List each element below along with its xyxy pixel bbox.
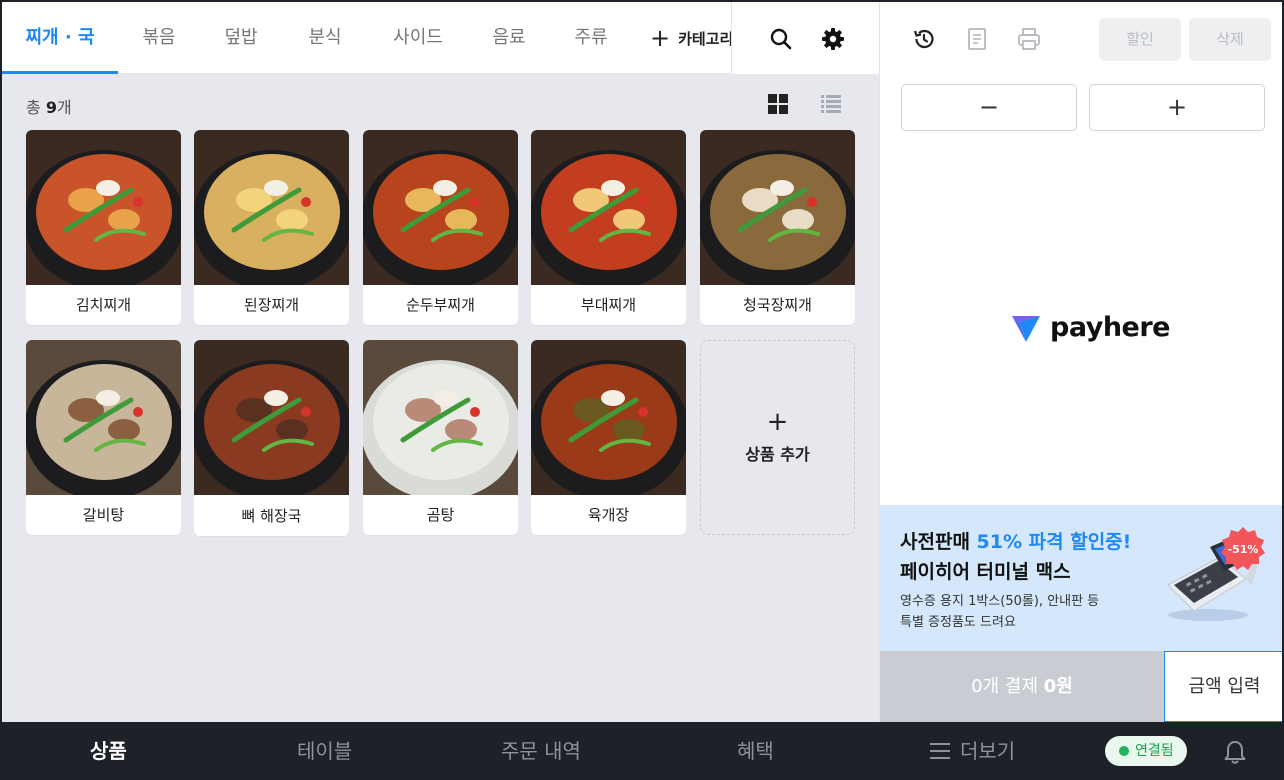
pay-button[interactable]: 0개 결제 0원 [880,651,1164,722]
pay-word: 결제 [999,676,1044,697]
plus-icon: + [650,24,671,52]
product-name: 뼈 해장국 [241,507,302,525]
tab-bokkeum[interactable]: 볶음 [126,2,192,74]
product-name: 청국장찌개 [742,296,812,314]
product-card[interactable]: 뼈 해장국 [194,340,349,536]
order-panel: 할인 삭제 − + payhere 사전판매 51% 파격 할인중! 페이히어 … [879,2,1282,722]
bottom-nav: 상품 테이블 주문 내역 혜택 더보기 연결됨 [2,722,1282,780]
tab-side[interactable]: 사이드 [380,2,456,74]
discount-badge-text: -51% [1228,543,1259,556]
add-category-label: 카테고리 추가 [678,30,732,48]
history-icon[interactable] [912,27,936,51]
product-count: 총 9개 [26,94,72,118]
product-card[interactable]: 곰탕 [363,340,518,535]
product-name: 갈비탕 [82,506,125,524]
product-card[interactable]: 된장찌개 [194,130,349,325]
discount-button[interactable]: 할인 [1099,18,1181,61]
pay-amount: 0원 [1043,676,1073,697]
product-name: 순두부찌개 [405,296,475,314]
count-number: 9 [45,98,57,117]
product-card[interactable]: 육개장 [531,340,686,535]
add-category-button[interactable]: + 카테고리 추가 [650,2,732,74]
product-card[interactable]: 김치찌개 [26,130,181,325]
count-prefix: 총 [26,98,46,117]
amount-input-button[interactable]: 금액 입력 [1164,651,1282,722]
banner-headline-prefix: 사전판매 [900,531,977,553]
increase-quantity-button[interactable]: + [1089,84,1265,131]
print-icon[interactable] [1017,27,1041,51]
product-image [194,130,349,285]
nav-more-label: 더보기 [960,739,1016,763]
promo-banner[interactable]: 사전판매 51% 파격 할인중! 페이히어 터미널 맥스 영수증 용지 1박스(… [880,505,1282,651]
tab-alcohol[interactable]: 주류 [558,2,624,74]
nav-more[interactable]: 더보기 [930,722,1015,780]
count-suffix: 개 [56,98,72,117]
product-panel: 찌개 · 국 볶음 덮밥 분식 사이드 음료 주류 + 카테고리 추가 [2,2,879,722]
banner-detail-1: 영수증 용지 1박스(50롤), 안내판 등 [900,594,1100,609]
product-image [363,340,518,495]
search-icon[interactable] [768,26,794,52]
product-image [700,130,855,285]
tab-deopbap[interactable]: 덮밥 [208,2,274,74]
add-product-label: 상품 추가 [745,445,810,464]
tab-bunsik[interactable]: 분식 [292,2,358,74]
delete-button[interactable]: 삭제 [1189,18,1271,61]
status-dot-icon [1119,746,1129,756]
list-view-icon[interactable] [821,94,841,114]
payhere-logo-text: payhere [1050,312,1170,343]
pay-item-count: 0개 [971,676,1000,697]
tab-drinks[interactable]: 음료 [476,2,542,74]
nav-benefits[interactable]: 혜택 [737,722,774,780]
decrease-quantity-button[interactable]: − [901,84,1077,131]
product-image [363,130,518,285]
banner-detail-2: 특별 증정품도 드려요 [900,615,1016,630]
discount-badge: -51% [1221,527,1265,570]
menu-icon [930,743,950,759]
banner-highlight: 51% 파격 할인중! [976,531,1132,553]
connection-status-label: 연결됨 [1135,743,1174,759]
nav-products[interactable]: 상품 [90,722,127,780]
product-image [531,340,686,495]
nav-order-history[interactable]: 주문 내역 [501,722,581,780]
product-card[interactable]: 부대찌개 [531,130,686,325]
pos-app: 찌개 · 국 볶음 덮밥 분식 사이드 음료 주류 + 카테고리 추가 [0,0,1284,780]
product-name: 된장찌개 [243,296,300,314]
banner-product-name: 페이히어 터미널 맥스 [900,561,1071,583]
product-image [26,340,181,495]
category-tabs: 찌개 · 국 볶음 덮밥 분식 사이드 음료 주류 + 카테고리 추가 [2,2,879,74]
banner-headline: 사전판매 51% 파격 할인중! [900,527,1131,554]
payhere-logo-icon [1012,316,1040,342]
add-product-button[interactable]: + 상품 추가 [700,340,855,535]
tab-tools [731,2,879,74]
product-image [26,130,181,285]
product-name: 김치찌개 [75,296,132,314]
product-card[interactable]: 청국장찌개 [700,130,855,325]
product-image [531,130,686,285]
gear-icon[interactable] [820,26,846,52]
nav-tables[interactable]: 테이블 [297,722,352,780]
grid-view-icon[interactable] [768,94,788,114]
product-image [194,340,349,495]
receipt-icon[interactable] [965,27,989,51]
tab-jjigae-guk[interactable]: 찌개 · 국 [2,2,118,74]
product-card[interactable]: 갈비탕 [26,340,181,535]
product-name: 곰탕 [426,506,455,524]
plus-icon: + [766,407,789,437]
connection-status-badge: 연결됨 [1105,736,1187,766]
bell-icon[interactable] [1223,739,1247,765]
product-card[interactable]: 순두부찌개 [363,130,518,325]
product-name: 육개장 [587,506,630,524]
product-name: 부대찌개 [580,296,637,314]
